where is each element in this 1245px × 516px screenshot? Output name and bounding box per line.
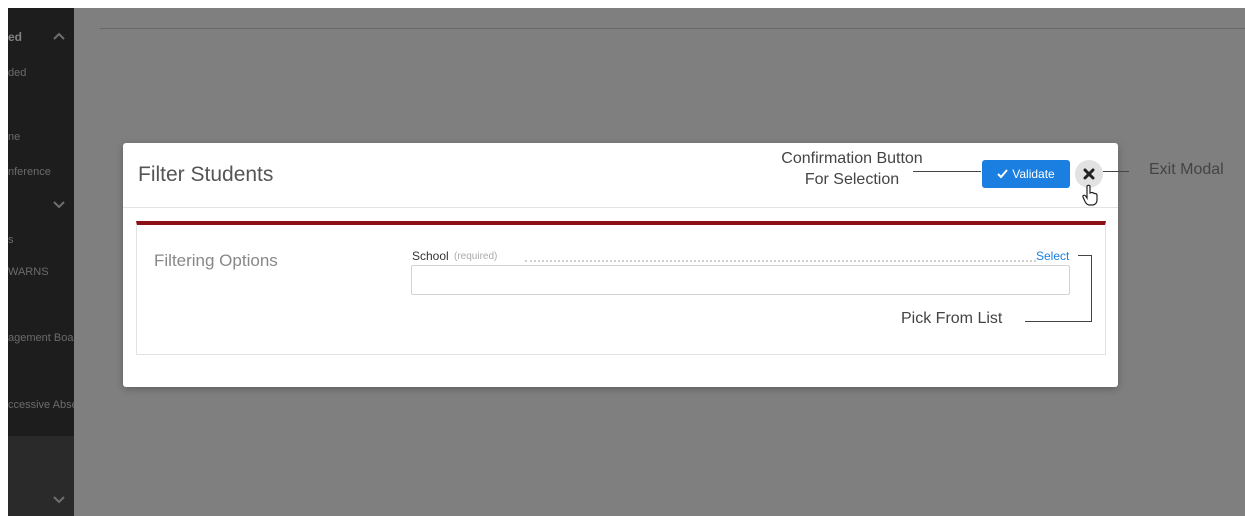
pick-from-list-callout: Pick From List (901, 310, 1003, 327)
exit-modal-callout: Exit Modal (1149, 161, 1224, 178)
callout-line (1091, 255, 1092, 322)
validate-button[interactable]: Validate (982, 160, 1070, 188)
hand-pointer-icon (1082, 184, 1098, 206)
filtering-options-panel: Filtering Options School (required) Sele… (136, 221, 1106, 355)
confirmation-callout-line1: Confirmation Button (781, 150, 923, 167)
callout-line (1025, 321, 1092, 322)
check-icon (997, 169, 1009, 179)
callout-line (1078, 255, 1092, 256)
validate-button-label: Validate (1012, 167, 1055, 181)
panel-label: Filtering Options (154, 251, 278, 270)
confirmation-callout: Confirmation Button For Selection (752, 148, 952, 190)
dotted-leader (525, 260, 1036, 262)
confirmation-callout-line2: For Selection (804, 171, 900, 188)
school-field-label: School (412, 249, 449, 263)
close-icon (1083, 168, 1095, 180)
callout-line (913, 171, 981, 172)
callout-line (1103, 171, 1129, 172)
modal-header: Filter Students Validate (123, 143, 1118, 208)
filter-students-modal: Filter Students Validate Filtering Optio… (123, 143, 1118, 387)
select-link[interactable]: Select (1036, 249, 1069, 263)
required-hint: (required) (454, 251, 498, 262)
school-input[interactable] (411, 265, 1070, 295)
modal-title: Filter Students (138, 163, 274, 186)
